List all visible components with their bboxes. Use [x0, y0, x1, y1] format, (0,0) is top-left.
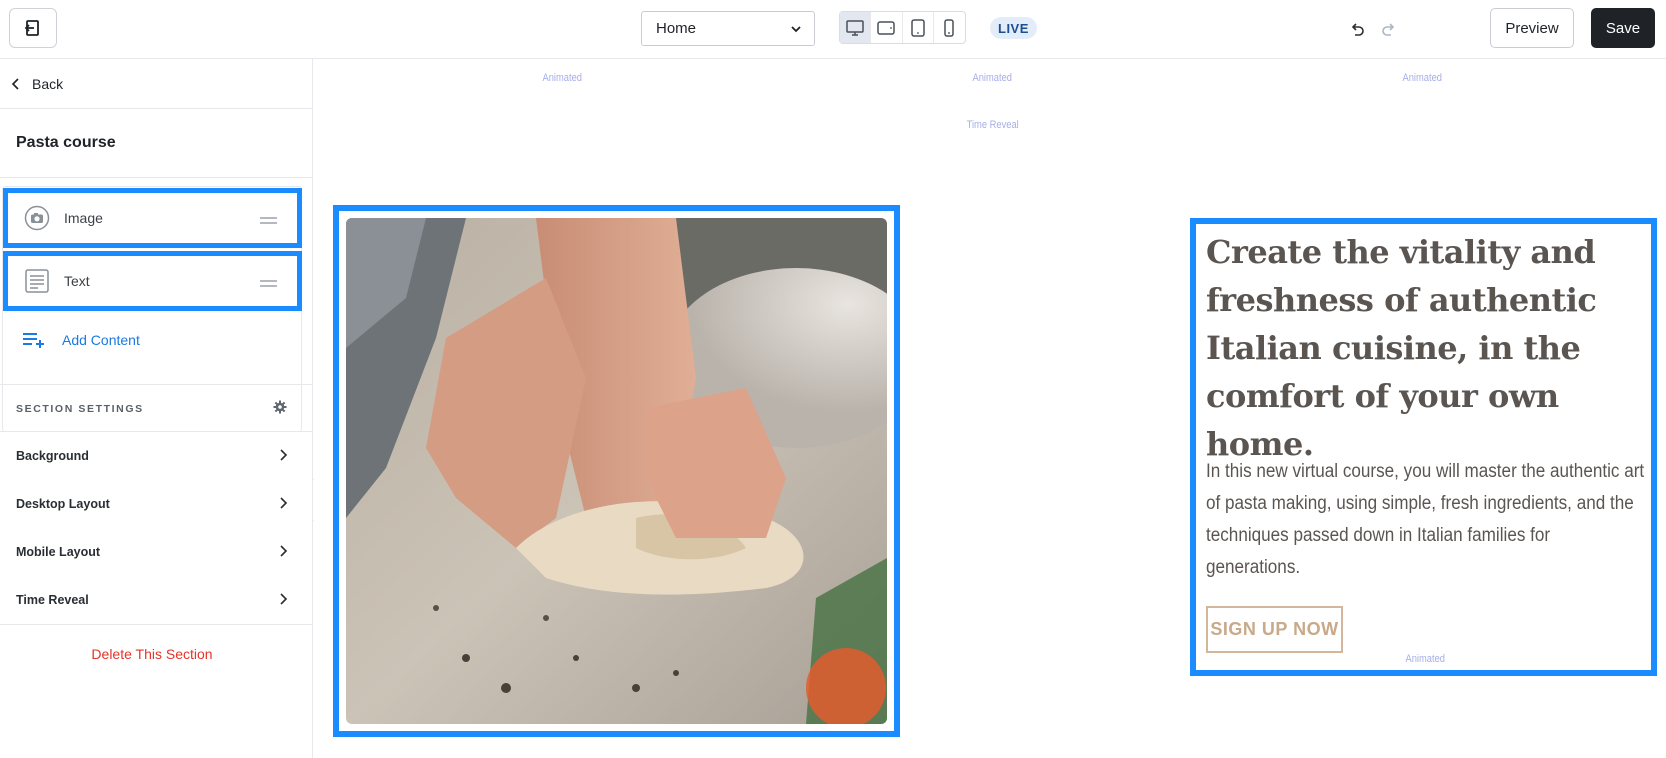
- setting-label: Time Reveal: [16, 593, 89, 607]
- desktop-view-button[interactable]: [840, 12, 872, 43]
- page-select-value: Home: [656, 20, 697, 37]
- drag-handle-icon[interactable]: [260, 280, 277, 290]
- undo-button[interactable]: [1346, 18, 1368, 40]
- text-block-icon: [25, 269, 49, 293]
- page-select[interactable]: Home: [641, 11, 815, 46]
- chevron-right-icon: [280, 497, 288, 509]
- setting-label: Background: [16, 449, 89, 463]
- content-item-image[interactable]: Image: [3, 188, 302, 248]
- camera-icon: [24, 205, 50, 231]
- chevron-down-icon: [791, 25, 801, 32]
- animated-label: Animated: [972, 72, 1012, 84]
- page-canvas: Animated Animated Animated Time Reveal C…: [314, 59, 1666, 758]
- setting-time-reveal[interactable]: Time Reveal: [0, 576, 312, 624]
- save-button[interactable]: Save: [1591, 8, 1655, 48]
- preview-button[interactable]: Preview: [1490, 8, 1574, 48]
- redo-icon: [1382, 23, 1395, 36]
- section-settings-button[interactable]: [273, 400, 287, 419]
- text-block[interactable]: Create the vitality and freshness of aut…: [1190, 218, 1657, 676]
- chevron-left-icon: [11, 77, 19, 90]
- undo-icon: [1351, 23, 1364, 36]
- exit-icon: [24, 20, 39, 36]
- animated-label: Animated: [1405, 653, 1445, 665]
- section-settings-heading: SECTION SETTINGS: [16, 403, 144, 415]
- headline: Create the vitality and freshness of aut…: [1206, 233, 1597, 463]
- editor-toolbar: Home LIVE Preview Save: [0, 0, 1666, 59]
- chevron-right-icon: [280, 449, 288, 461]
- pasta-kneading-photo: [346, 218, 887, 724]
- animated-label: Animated: [1402, 72, 1442, 84]
- setting-desktop-layout[interactable]: Desktop Layout: [0, 480, 312, 528]
- section-title: Pasta course: [16, 134, 116, 151]
- setting-label: Desktop Layout: [16, 497, 110, 511]
- mobile-view-button[interactable]: [934, 12, 965, 43]
- device-toggle-group: [839, 11, 966, 44]
- setting-background[interactable]: Background: [0, 432, 312, 480]
- sign-up-button[interactable]: SIGN UP NOW: [1206, 606, 1343, 653]
- redo-button[interactable]: [1378, 18, 1400, 40]
- tablet-portrait-view-button[interactable]: [903, 12, 934, 43]
- add-list-icon: [23, 333, 44, 348]
- chevron-right-icon: [280, 545, 288, 557]
- divider: [0, 177, 312, 178]
- gear-icon: [273, 400, 287, 414]
- drag-handle-icon[interactable]: [260, 217, 277, 227]
- delete-section-button[interactable]: Delete This Section: [0, 646, 304, 662]
- live-status-badge: LIVE: [990, 17, 1037, 39]
- tablet-landscape-icon: [877, 20, 896, 35]
- add-content-button[interactable]: Add Content: [22, 331, 140, 349]
- image-block[interactable]: [333, 205, 900, 737]
- back-button[interactable]: Back: [0, 59, 312, 109]
- content-item-label: Image: [64, 210, 103, 226]
- desktop-icon: [846, 19, 864, 36]
- back-label: Back: [32, 75, 64, 92]
- time-reveal-label: Time Reveal: [966, 119, 1019, 131]
- mobile-icon: [944, 18, 955, 37]
- chevron-right-icon: [280, 593, 288, 605]
- divider: [0, 624, 312, 625]
- content-item-text[interactable]: Text: [3, 251, 302, 311]
- add-content-label: Add Content: [62, 332, 140, 348]
- setting-label: Mobile Layout: [16, 545, 101, 559]
- photo-illustration: [346, 218, 887, 724]
- setting-mobile-layout[interactable]: Mobile Layout: [0, 528, 312, 576]
- divider: [0, 384, 312, 385]
- animated-label: Animated: [542, 72, 582, 84]
- exit-editor-button[interactable]: [9, 8, 57, 48]
- content-item-label: Text: [64, 273, 90, 289]
- tablet-landscape-view-button[interactable]: [871, 12, 903, 43]
- editor-sidebar: Back Pasta course Image Text Add Content…: [0, 59, 313, 758]
- body-text: In this new virtual course, you will mas…: [1206, 461, 1645, 578]
- tablet-portrait-icon: [910, 18, 925, 37]
